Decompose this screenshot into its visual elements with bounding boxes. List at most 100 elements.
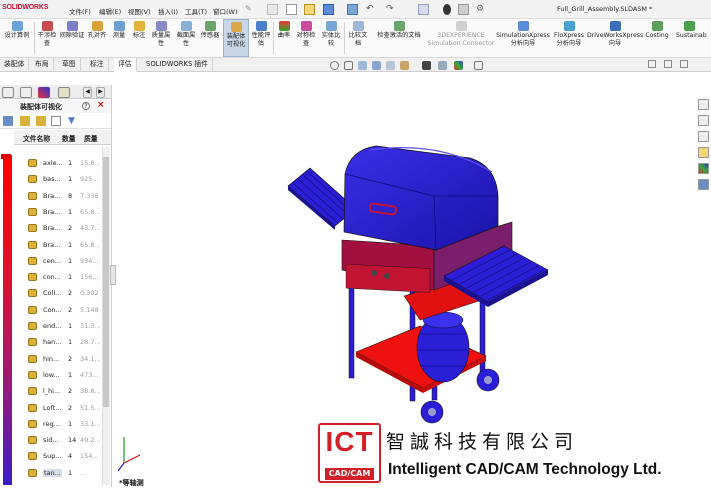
sensor-button[interactable]: 传感器: [198, 19, 222, 57]
traffic-light-icon[interactable]: [443, 4, 451, 15]
performance-evaluation-button[interactable]: 性能评估: [250, 19, 272, 57]
menu-insert[interactable]: 插入(I): [158, 6, 178, 16]
open-icon[interactable]: [304, 4, 315, 15]
interference-check-button[interactable]: 干涉检查: [35, 19, 59, 57]
assembly-icon[interactable]: [51, 116, 61, 126]
appearances-icon[interactable]: [698, 163, 709, 174]
list-item[interactable]: han... 1 28.7...: [24, 336, 101, 349]
new-document-icon[interactable]: [286, 4, 297, 15]
dynamic-annotation-icon[interactable]: [386, 61, 395, 70]
view-settings-icon[interactable]: [474, 61, 483, 70]
menu-window[interactable]: 窗口(W): [213, 6, 238, 16]
dimxpert-tab[interactable]: [58, 87, 70, 98]
list-item[interactable]: Coll... 2 0.302: [24, 287, 100, 300]
list-item[interactable]: Bra... 2 43.7...: [24, 222, 101, 235]
tab-assembly[interactable]: 装配体: [0, 58, 30, 72]
feature-manager-tab[interactable]: [2, 87, 14, 98]
column-quantity[interactable]: 数量: [62, 133, 76, 143]
column-filename[interactable]: 文件名称: [23, 133, 50, 143]
save-icon[interactable]: [323, 4, 334, 15]
design-library-icon[interactable]: [698, 131, 709, 142]
scale-marker[interactable]: [1, 154, 11, 159]
scrollbar-thumb[interactable]: [103, 157, 109, 407]
3dexperience-connector-button[interactable]: 3DEXPERIENCE Simulation Connector: [427, 19, 495, 57]
list-view-icon[interactable]: [3, 116, 13, 126]
menu-file[interactable]: 文件(F): [69, 6, 91, 16]
list-item[interactable]: tan... 1...: [24, 467, 100, 480]
menu-tools[interactable]: 工具(T): [185, 6, 207, 16]
tab-sketch[interactable]: 草图: [58, 58, 81, 72]
tab-evaluate[interactable]: 评估: [114, 58, 137, 72]
list-item[interactable]: low... 1 473...: [24, 369, 100, 382]
section-view-icon[interactable]: [372, 61, 381, 70]
list-item[interactable]: reg... 1 33.1...: [24, 418, 101, 431]
list-item[interactable]: con... 1 156...: [24, 271, 100, 284]
measure-button[interactable]: 测量: [109, 19, 129, 57]
pin-icon[interactable]: ✎: [245, 4, 256, 15]
chevron-left-icon[interactable]: ◀: [83, 87, 92, 98]
custom-properties-icon[interactable]: [698, 179, 709, 190]
maximize-icon[interactable]: [680, 60, 688, 68]
zoom-area-icon[interactable]: [344, 61, 353, 70]
list-item[interactable]: sid... 14 49.2...: [24, 434, 101, 447]
simulationxpress-button[interactable]: SimulationXpress 分析向导: [496, 19, 550, 57]
check-active-document-button[interactable]: 检查激活的文档: [371, 19, 427, 57]
list-item[interactable]: cen... 1 934...: [24, 255, 100, 268]
restore-icon[interactable]: [648, 60, 656, 68]
resources-icon[interactable]: [698, 115, 709, 126]
section-properties-button[interactable]: 截面属性: [174, 19, 198, 57]
component-icon[interactable]: [20, 116, 30, 126]
property-manager-tab[interactable]: [20, 87, 32, 98]
file-props-icon[interactable]: [458, 4, 469, 15]
sustainability-button[interactable]: Sustainab: [676, 19, 711, 57]
tab-markup[interactable]: 标注: [86, 58, 109, 72]
redo-icon[interactable]: ↷: [386, 4, 397, 15]
list-item[interactable]: axle... 1 15.6...: [24, 157, 101, 170]
zoom-to-fit-icon[interactable]: [330, 61, 339, 70]
compare-documents-button[interactable]: 比较文档: [346, 19, 370, 57]
previous-view-icon[interactable]: [358, 61, 367, 70]
hide-show-items-icon[interactable]: [438, 61, 447, 70]
list-item[interactable]: l_hi... 2 38.8...: [24, 385, 101, 398]
driveworksxpress-button[interactable]: DriveWorksXpress 向导: [587, 19, 643, 57]
view-orientation-icon[interactable]: [400, 61, 409, 70]
filter-icon[interactable]: ▼: [68, 116, 82, 126]
list-item[interactable]: Bra... 1 65.8...: [24, 206, 101, 219]
body-compare-button[interactable]: 实体比较: [319, 19, 343, 57]
floxpress-button[interactable]: FloXpress 分析向导: [551, 19, 587, 57]
assembly-visualization-button[interactable]: 装配体可视化: [223, 19, 249, 57]
home-icon[interactable]: [267, 4, 278, 15]
list-item[interactable]: hin... 2 34.1...: [24, 353, 101, 366]
home-icon[interactable]: [698, 99, 709, 110]
list-item[interactable]: bas... 1 925...: [24, 173, 100, 186]
close-icon[interactable]: ×: [97, 100, 105, 110]
list-item[interactable]: Bra... 1 65.8...: [24, 239, 101, 252]
part-icon[interactable]: [36, 116, 46, 126]
mass-properties-button[interactable]: 质量属性: [149, 19, 173, 57]
menu-edit[interactable]: 编辑(E): [99, 6, 121, 16]
edit-appearance-icon[interactable]: [454, 61, 463, 70]
print-icon[interactable]: [347, 4, 358, 15]
column-mass[interactable]: 质量: [84, 133, 98, 143]
solidworks-logo[interactable]: SOLIDWORKS: [2, 4, 48, 11]
menu-view[interactable]: 视图(V): [128, 6, 151, 16]
costing-button[interactable]: Costing: [643, 19, 671, 57]
file-explorer-icon[interactable]: [698, 147, 709, 158]
hole-alignment-button[interactable]: 孔对齐: [86, 19, 108, 57]
curvature-button[interactable]: 曲率: [275, 19, 293, 57]
select-cursor-icon[interactable]: [418, 4, 429, 15]
options-gear-icon[interactable]: ⚙: [476, 4, 487, 15]
display-style-icon[interactable]: [422, 61, 431, 70]
config-manager-tab[interactable]: [38, 87, 50, 98]
clearance-verification-button[interactable]: 间隙验证: [59, 19, 85, 57]
design-study-button[interactable]: 设计算例: [1, 19, 33, 57]
markup-button[interactable]: 标注: [129, 19, 149, 57]
tab-solidworks-addins[interactable]: SOLIDWORKS 插件: [142, 58, 214, 72]
symmetry-check-button[interactable]: 对称检查: [294, 19, 318, 57]
chevron-right-icon[interactable]: ▶: [96, 87, 105, 98]
list-item[interactable]: Sup... 4 154...: [24, 450, 100, 463]
list-item[interactable]: Loft... 2 51.5...: [24, 402, 101, 415]
list-item[interactable]: end... 1 31.3...: [24, 320, 101, 333]
tab-layout[interactable]: 布局: [31, 58, 54, 72]
undo-icon[interactable]: ↶: [366, 4, 377, 15]
